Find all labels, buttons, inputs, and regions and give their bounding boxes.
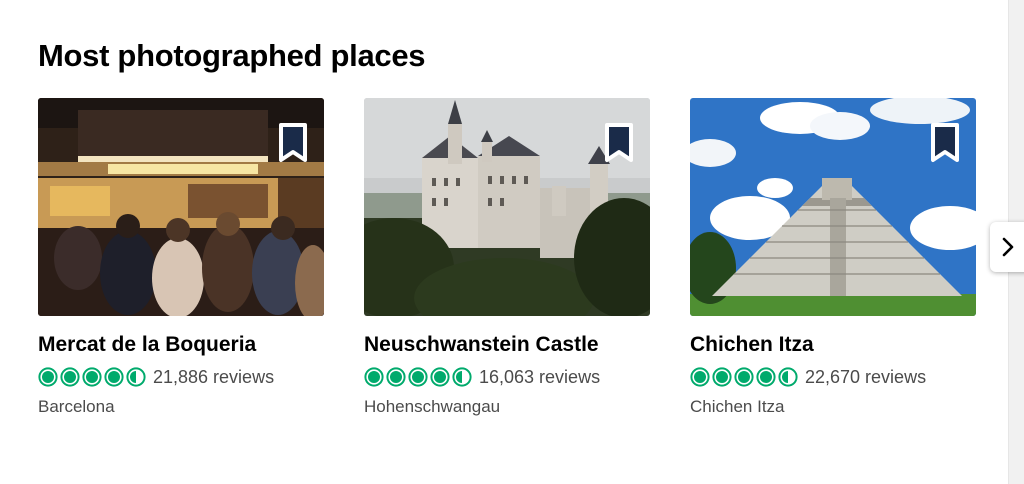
save-button[interactable] xyxy=(930,122,960,164)
rating-bubble-icon xyxy=(452,367,472,387)
chevron-right-icon xyxy=(1002,237,1014,257)
attraction-name[interactable]: Neuschwanstein Castle xyxy=(364,332,650,358)
attraction-name[interactable]: Mercat de la Boqueria xyxy=(38,332,324,358)
attraction-name[interactable]: Chichen Itza xyxy=(690,332,976,358)
bookmark-icon xyxy=(931,123,959,162)
rating-bubble-icon xyxy=(712,367,732,387)
attraction-photo[interactable] xyxy=(38,98,324,316)
rating-bubble-icon xyxy=(38,367,58,387)
rating-row[interactable]: 22,670 reviews xyxy=(690,366,976,388)
rating-bubble-icon xyxy=(430,367,450,387)
rating-bubbles xyxy=(364,367,472,387)
attraction-card-boqueria[interactable]: Mercat de la Boqueria 21,886 reviews Bar… xyxy=(38,98,324,417)
review-count[interactable]: 16,063 reviews xyxy=(479,367,600,388)
rating-bubble-icon xyxy=(690,367,710,387)
rating-bubble-icon xyxy=(60,367,80,387)
rating-bubble-icon xyxy=(734,367,754,387)
rating-bubble-icon xyxy=(778,367,798,387)
attraction-card-neuschwanstein[interactable]: Neuschwanstein Castle 16,063 reviews Hoh… xyxy=(364,98,650,417)
review-count[interactable]: 22,670 reviews xyxy=(805,367,926,388)
section-title: Most photographed places xyxy=(38,38,426,73)
save-button[interactable] xyxy=(278,122,308,164)
rating-bubble-icon xyxy=(408,367,428,387)
rating-row[interactable]: 16,063 reviews xyxy=(364,366,650,388)
attraction-location: Barcelona xyxy=(38,397,115,416)
rating-row[interactable]: 21,886 reviews xyxy=(38,366,324,388)
rating-bubbles xyxy=(38,367,146,387)
attraction-card-chichen-itza[interactable]: Chichen Itza 22,670 reviews Chichen Itza xyxy=(690,98,976,417)
rating-bubble-icon xyxy=(386,367,406,387)
attraction-location: Chichen Itza xyxy=(690,397,785,416)
rating-bubble-icon xyxy=(104,367,124,387)
bookmark-icon xyxy=(605,123,633,162)
bookmark-icon xyxy=(279,123,307,162)
attraction-photo[interactable] xyxy=(364,98,650,316)
rating-bubbles xyxy=(690,367,798,387)
attraction-photo[interactable] xyxy=(690,98,976,316)
review-count[interactable]: 21,886 reviews xyxy=(153,367,274,388)
carousel-next-button[interactable] xyxy=(990,222,1024,272)
rating-bubble-icon xyxy=(364,367,384,387)
rating-bubble-icon xyxy=(756,367,776,387)
rating-bubble-icon xyxy=(126,367,146,387)
attraction-location: Hohenschwangau xyxy=(364,397,501,416)
save-button[interactable] xyxy=(604,122,634,164)
rating-bubble-icon xyxy=(82,367,102,387)
